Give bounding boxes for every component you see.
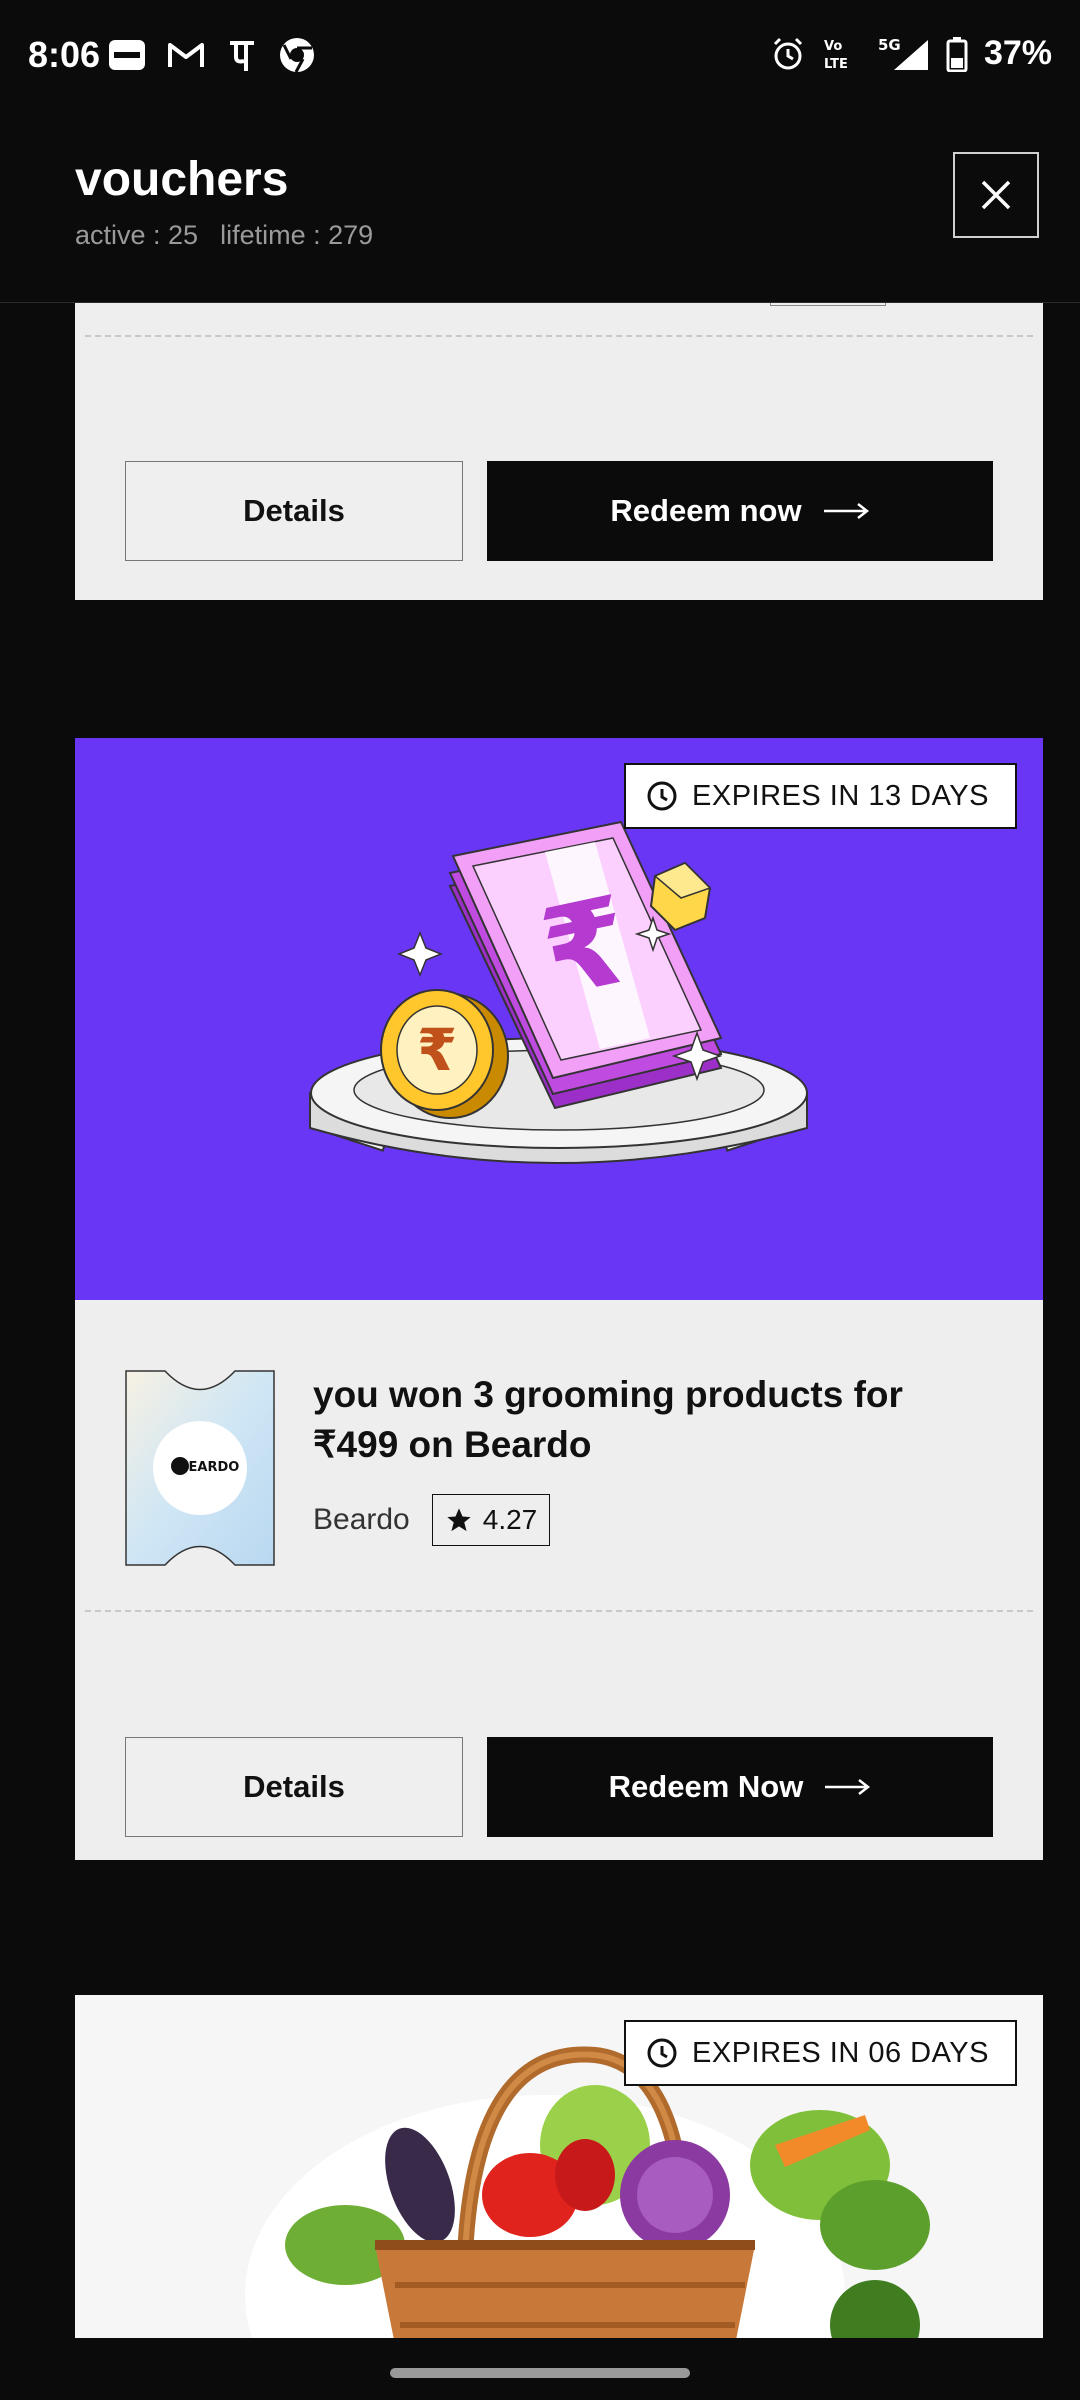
5g-signal-icon: 5G: [878, 36, 928, 70]
rating-value: 4.27: [482, 1504, 538, 1535]
voucher-body: BEARDO you won 3 grooming products for ₹…: [75, 1300, 1043, 1860]
notification-icons: [108, 36, 316, 74]
lifetime-count: lifetime : 279: [220, 220, 374, 250]
redeem-label: Redeem now: [610, 493, 802, 528]
arrow-right-icon: [825, 1779, 871, 1795]
vouchers-header: vouchers active : 25 lifetime : 279: [0, 110, 1080, 303]
star-icon: [447, 1508, 471, 1532]
system-nav-bar: [0, 2338, 1080, 2400]
brand-name: Beardo: [313, 1503, 410, 1536]
system-icons: Vo LTE 5G 37%: [770, 34, 1052, 73]
voucher-card: Details Redeem now: [75, 303, 1043, 600]
voucher-card: ₹ ₹ EXPIRES IN 13 DAYS BEARDO you won 3 …: [75, 738, 1043, 1860]
svg-text:₹: ₹: [417, 1016, 457, 1084]
phonepe-icon: [230, 41, 254, 71]
volte-icon: Vo LTE: [824, 39, 848, 72]
brand-ticket-image: BEARDO: [125, 1370, 275, 1566]
redeem-button[interactable]: Redeem Now: [487, 1737, 993, 1837]
card-top-edge: [770, 303, 886, 306]
expiry-text: EXPIRES IN 13 DAYS: [692, 779, 989, 812]
home-gesture-handle[interactable]: [390, 2368, 690, 2378]
svg-text:LTE: LTE: [824, 57, 848, 72]
active-count: active : 25: [75, 220, 199, 250]
expiry-badge: EXPIRES IN 13 DAYS: [624, 763, 1017, 829]
expiry-badge: EXPIRES IN 06 DAYS: [624, 2020, 1017, 2086]
alarm-icon: [773, 37, 802, 69]
details-label: Details: [243, 493, 345, 528]
status-time: 8:06: [28, 34, 101, 75]
status-bar: 8:06 Vo LTE 5G 37%: [0, 0, 1080, 110]
brand-row: Beardo 4.27: [313, 1494, 551, 1546]
card-divider: [85, 1610, 1033, 1612]
expiry-text: EXPIRES IN 06 DAYS: [692, 2036, 989, 2069]
gmail-icon: [168, 43, 204, 67]
battery-percent: 37%: [983, 34, 1052, 72]
clock-icon: [647, 2038, 677, 2068]
chrome-icon: [280, 38, 314, 73]
clock-icon: [647, 781, 677, 811]
redeem-label: Redeem Now: [608, 1769, 804, 1804]
voucher-card: EXPIRES IN 06 DAYS: [75, 1995, 1043, 2338]
close-icon: [981, 180, 1011, 210]
card-divider: [85, 335, 1033, 337]
beardo-logo: BEARDO: [179, 1460, 240, 1475]
battery-icon: [946, 36, 968, 72]
redeem-button[interactable]: Redeem now: [487, 461, 993, 561]
page-title: vouchers: [75, 153, 289, 206]
details-label: Details: [243, 1769, 345, 1804]
svg-text:Vo: Vo: [824, 39, 842, 54]
svg-text:5G: 5G: [878, 36, 901, 54]
rating-badge: 4.27: [431, 1494, 551, 1546]
close-button[interactable]: [953, 152, 1039, 238]
arrow-right-icon: [823, 503, 869, 519]
voucher-title: you won 3 grooming products for ₹499 on …: [313, 1374, 903, 1465]
details-button[interactable]: Details: [125, 1737, 463, 1837]
details-button[interactable]: Details: [125, 461, 463, 561]
paytm-icon: [109, 40, 145, 70]
voucher-hero: ₹ ₹ EXPIRES IN 13 DAYS: [75, 738, 1043, 1300]
voucher-stats: active : 25 lifetime : 279: [75, 220, 373, 251]
voucher-list[interactable]: Details Redeem now ₹ ₹ EXPIRES IN 13 DAY…: [0, 303, 1080, 2338]
